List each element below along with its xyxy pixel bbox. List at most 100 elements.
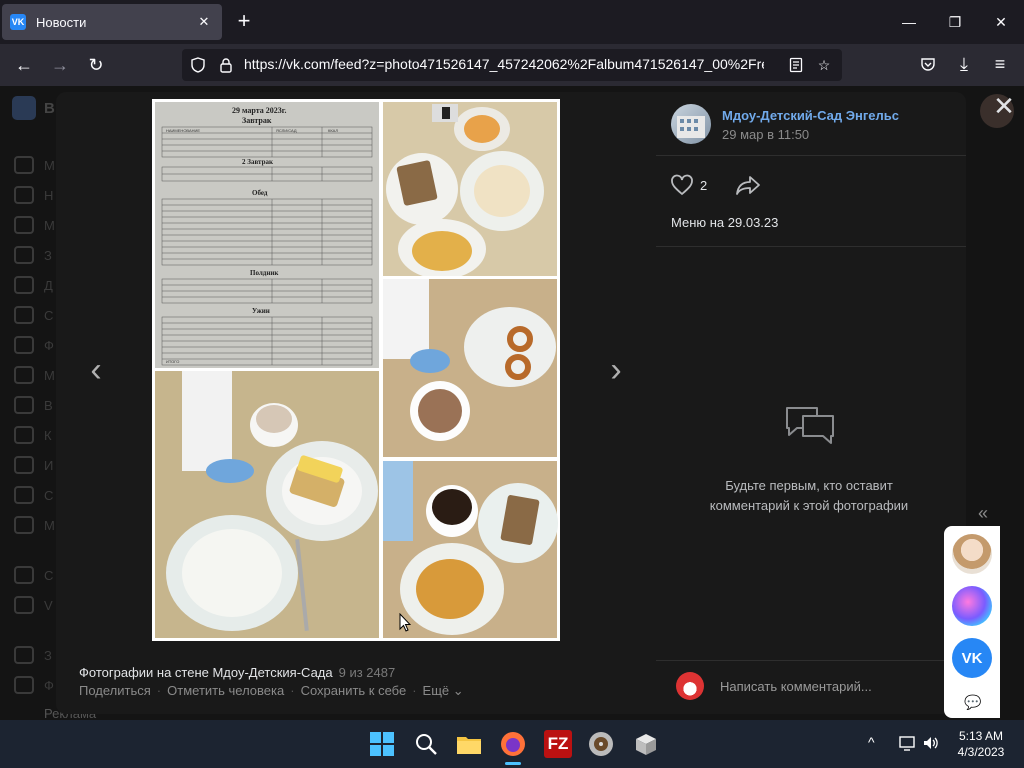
sidebar-label[interactable]: Ф [44, 678, 54, 693]
sidebar-label[interactable]: И [44, 458, 53, 473]
next-photo-icon[interactable]: › [596, 350, 636, 390]
volume-icon[interactable] [922, 734, 940, 752]
new-message-icon[interactable]: 💬 [964, 694, 981, 711]
shield-icon[interactable] [188, 55, 208, 75]
sidebar-icon[interactable] [14, 426, 34, 444]
new-tab-button[interactable]: + [232, 10, 256, 34]
divider [656, 155, 966, 156]
sidebar-icon[interactable] [14, 306, 34, 324]
post-time[interactable]: 29 мар в 11:50 [722, 127, 809, 142]
package-app-icon[interactable] [632, 730, 660, 758]
sidebar-label[interactable]: М [44, 158, 55, 173]
sidebar-icon[interactable] [14, 396, 34, 414]
sidebar-icon[interactable] [14, 566, 34, 584]
network-icon[interactable] [898, 734, 916, 752]
filezilla-icon[interactable]: FZ [544, 730, 572, 758]
sidebar-icon[interactable] [14, 336, 34, 354]
sidebar-label[interactable]: М [44, 518, 55, 533]
comment-input[interactable]: Написать комментарий... [720, 679, 872, 694]
sidebar-icon[interactable] [14, 516, 34, 534]
sidebar-label[interactable]: В [44, 398, 53, 413]
search-icon[interactable] [412, 730, 440, 758]
lock-icon[interactable] [216, 55, 236, 75]
save-action[interactable]: Сохранить к себе [301, 683, 407, 699]
vk-brand-text: В [44, 100, 55, 117]
clock-time: 5:13 AM [958, 729, 1004, 743]
more-label: Ещё [422, 683, 450, 698]
group-name-link[interactable]: Мдоу-Детский-Сад Энгельс [722, 108, 899, 123]
sidebar-icon[interactable] [14, 156, 34, 174]
sidebar-label[interactable]: С [44, 308, 53, 323]
chevron-down-icon: ⌄ [452, 683, 464, 698]
sidebar-label[interactable]: Д [44, 278, 53, 293]
reader-view-icon[interactable] [786, 55, 806, 75]
minimize-icon[interactable]: — [886, 0, 932, 44]
taskbar-clock[interactable]: 5:13 AM 4/3/2023 [955, 728, 1007, 760]
separator: · [412, 683, 417, 698]
assistant-icon[interactable] [952, 586, 992, 626]
vk-logo-icon[interactable] [12, 96, 36, 120]
sidebar-label[interactable]: З [44, 248, 52, 263]
download-icon[interactable]: ⤓ [950, 50, 978, 78]
sidebar-label[interactable]: Н [44, 188, 53, 203]
share-icon[interactable] [735, 174, 761, 196]
bookmark-star-icon[interactable]: ☆ [814, 55, 834, 75]
sidebar-icon[interactable] [14, 456, 34, 474]
menu-date: 29 марта 2023г. [232, 106, 287, 115]
browser-tab[interactable]: VK Новости ✕ [2, 4, 222, 40]
chat-avatar[interactable] [952, 534, 992, 574]
url-bar[interactable]: https://vk.com/feed?z=photo471526147_457… [182, 49, 842, 81]
forward-icon[interactable]: → [46, 51, 74, 79]
heart-icon[interactable] [670, 174, 694, 196]
window-close-icon[interactable]: ✕ [978, 0, 1024, 44]
tray-chevron-up-icon[interactable]: ^ [868, 734, 875, 750]
post-text: Меню на 29.03.23 [671, 215, 779, 230]
sidebar-label[interactable]: М [44, 218, 55, 233]
photo[interactable]: 29 марта 2023г. Завтрак 2 Завтрак Обед П… [152, 99, 560, 641]
menu-total-label: ИТОГО [166, 359, 179, 364]
tag-person-action[interactable]: Отметить человека [167, 683, 284, 699]
vk-messenger-icon[interactable]: VK [952, 638, 992, 678]
sidebar-icon[interactable] [14, 246, 34, 264]
sidebar-icon[interactable] [14, 216, 34, 234]
sidebar-icon[interactable] [14, 366, 34, 384]
separator: · [290, 683, 295, 698]
file-explorer-icon[interactable] [455, 730, 483, 758]
sidebar-icon[interactable] [14, 276, 34, 294]
share-action[interactable]: Поделиться [79, 683, 151, 699]
separator: · [156, 683, 162, 698]
app-menu-icon[interactable]: ≡ [986, 50, 1014, 78]
back-icon[interactable]: ← [10, 51, 38, 79]
sidebar-label[interactable]: V [44, 598, 53, 613]
sidebar-label[interactable]: З [44, 648, 52, 663]
more-action[interactable]: Ещё ⌄ [423, 683, 464, 699]
sidebar-icon[interactable] [14, 486, 34, 504]
sidebar-label[interactable]: С [44, 568, 53, 583]
restore-icon[interactable]: ❐ [932, 0, 978, 44]
sidebar-label[interactable]: С [44, 488, 53, 503]
reload-icon[interactable]: ↻ [82, 51, 110, 79]
media-app-icon[interactable] [587, 730, 615, 758]
menu-header-cell: ЯСЛИ/САД [276, 128, 297, 133]
close-viewer-icon[interactable]: ✕ [990, 91, 1018, 121]
album-link[interactable]: Фотографии на стене Мдоу-Детския-Сада [79, 665, 333, 680]
sidebar-icon[interactable] [14, 186, 34, 204]
firefox-icon[interactable] [499, 730, 527, 758]
sidebar-icon[interactable] [14, 646, 34, 664]
windows-start-icon[interactable] [368, 730, 396, 758]
photo-caption: Фотографии на стене Мдоу-Детския-Сада 9 и… [79, 665, 395, 680]
sidebar-label[interactable]: М [44, 368, 55, 383]
sidebar-label[interactable]: Ф [44, 338, 54, 353]
sidebar-label[interactable]: К [44, 428, 52, 443]
group-avatar[interactable] [671, 104, 711, 144]
prev-photo-icon[interactable]: ‹ [76, 350, 116, 390]
url-text[interactable]: https://vk.com/feed?z=photo471526147_457… [244, 56, 764, 72]
sidebar-icon[interactable] [14, 676, 34, 694]
divider [656, 246, 966, 247]
menu-meal-title: Ужин [252, 307, 270, 315]
sidebar-icon[interactable] [14, 596, 34, 614]
tab-close-icon[interactable]: ✕ [194, 14, 214, 30]
like-count: 2 [700, 178, 708, 193]
collapse-chats-icon[interactable]: « [978, 503, 988, 524]
pocket-icon[interactable] [914, 50, 942, 78]
